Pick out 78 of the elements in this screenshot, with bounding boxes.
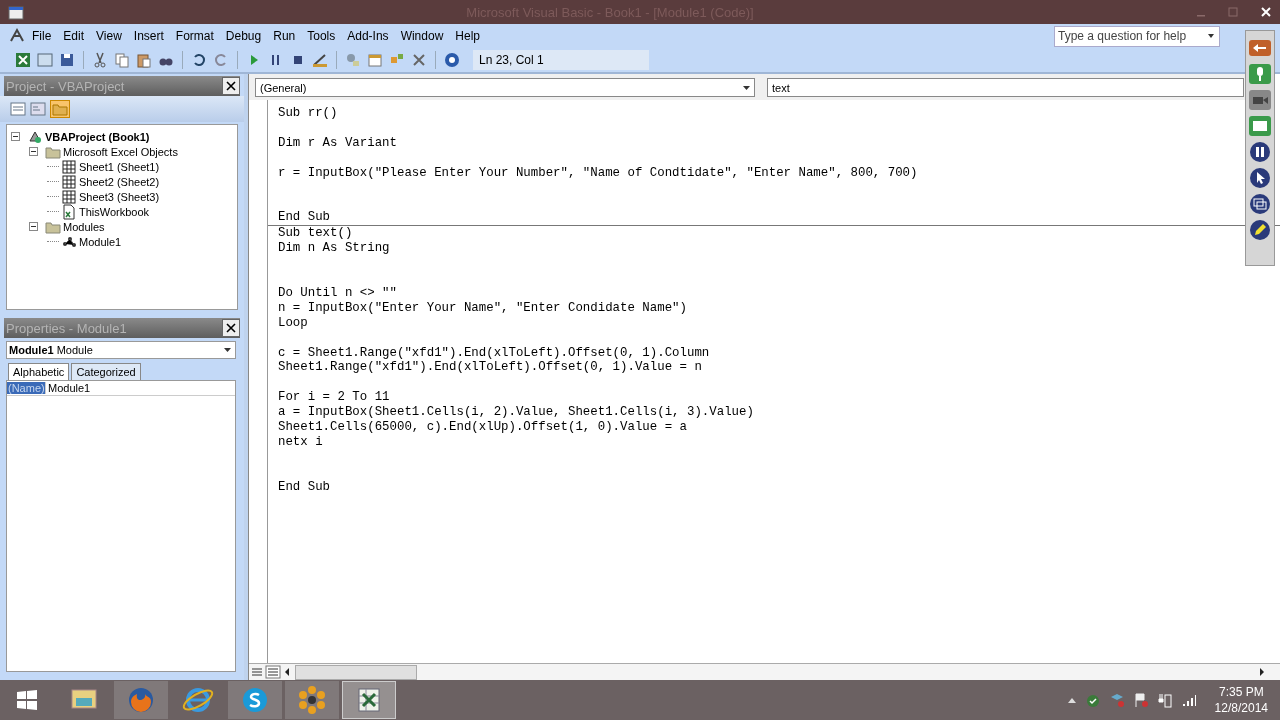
signal-icon[interactable] [1180, 692, 1197, 708]
code-block[interactable]: Sub rr() Dim r As Variant r = InputBox("Please Enter Your Number", "Name of Condtidate", "Enter Name", 800, 700) End Sub [278, 106, 1280, 226]
menu-item[interactable]: Add-Ins [341, 29, 395, 43]
help-search-field[interactable]: Type a question for help [1054, 25, 1220, 47]
battery-plug-icon[interactable] [1156, 692, 1173, 708]
procedure-view-icon[interactable] [249, 665, 265, 679]
dropdown-arrow-icon [743, 85, 750, 90]
cursor-position-field: Ln 23, Col 1 [473, 50, 649, 70]
menu-item[interactable]: Window [394, 29, 450, 43]
taskbar-app-button[interactable] [285, 681, 339, 719]
menu-item[interactable]: Edit [57, 29, 91, 43]
excel-icon[interactable] [14, 51, 32, 69]
collapse-icon[interactable] [29, 147, 38, 156]
close-button[interactable] [222, 77, 240, 95]
toggle-folders-button[interactable] [50, 100, 70, 118]
tree-item[interactable]: Modules [63, 220, 105, 233]
close-icon [226, 323, 236, 333]
taskbar-app-button[interactable] [342, 681, 396, 719]
procedure-dropdown[interactable]: text [767, 78, 1244, 97]
menu-item[interactable]: File [26, 29, 58, 43]
microphone-icon[interactable] [1248, 63, 1272, 85]
workbook-icon [61, 203, 77, 220]
pane-title: Properties - Module1 [5, 320, 128, 336]
tree-item[interactable]: Microsoft Excel Objects [63, 145, 178, 158]
dropdown-arrow-icon [224, 348, 231, 352]
sheet-icon [61, 173, 77, 190]
collapse-icon[interactable] [29, 222, 38, 231]
menu-item[interactable]: Help [449, 29, 486, 43]
tab[interactable]: Categorized [71, 363, 141, 380]
save-icon[interactable] [58, 51, 76, 69]
close-icon [226, 81, 236, 91]
sheet-icon [61, 188, 77, 205]
pause-icon[interactable] [1248, 141, 1272, 163]
tree-item[interactable]: ThisWorkbook [79, 205, 150, 218]
cut-icon[interactable] [91, 51, 109, 69]
tree-item[interactable]: VBAProject (Book1) [45, 130, 150, 143]
property-value: Module1 [47, 382, 91, 394]
collapse-icon[interactable] [11, 132, 20, 141]
menu-item[interactable]: Debug [219, 29, 268, 43]
sheet-icon [61, 158, 77, 175]
scrollbar-thumb[interactable] [295, 664, 417, 680]
property-name[interactable]: (Name) [7, 382, 46, 394]
tab[interactable]: Alphabetic [8, 363, 70, 380]
app-icon [8, 4, 24, 20]
menu-item[interactable]: Format [169, 29, 220, 43]
paste-icon[interactable] [135, 51, 153, 69]
start-icon[interactable] [15, 688, 39, 712]
camera-icon[interactable] [1248, 89, 1272, 111]
shield-check-icon[interactable] [1084, 692, 1101, 708]
menu-item[interactable]: Tools [301, 29, 342, 43]
tree-item[interactable]: Module1 [79, 235, 122, 248]
pointer-icon[interactable] [1248, 167, 1272, 189]
code-block[interactable]: Sub text() Dim n As String Do Until n <> "" n = InputBox("Enter Your Name", "Enter Condidate Name") Loop c = Sheet1.Range("xfd1").End(xlToLeft).Offset(0, 1).Column Sheet1.Range("xfd1").End(xlToLeft).Offset(0, 1).Value = n For i = 2 To 11 a = InputBox(Sheet1.Cells(i, 2).Value, Sheet1.Cells(i, 3).Value) Sheet1.Cells(65000, c).End(xlUp).Offset(1, 0).Value = a netx i End Sub [278, 226, 1280, 495]
screen-icon[interactable] [1248, 115, 1272, 137]
properties-icon[interactable] [366, 51, 384, 69]
help-icon[interactable] [443, 51, 461, 69]
dropdown-arrow-icon [1206, 32, 1216, 40]
copy-icon[interactable] [113, 51, 131, 69]
menu-item[interactable]: View [90, 29, 128, 43]
highlighter-icon[interactable] [1248, 219, 1272, 241]
object-dropdown[interactable]: Module1 Module [6, 341, 236, 359]
chevron-up-icon[interactable] [1066, 696, 1077, 704]
pane-title: Project - VBAProject [5, 78, 126, 94]
clock-date[interactable]: 12/8/2014 [1214, 700, 1268, 716]
flag-error-icon[interactable] [1132, 692, 1149, 708]
taskbar-app-button[interactable] [228, 681, 282, 719]
object-dropdown[interactable]: (General) [255, 78, 755, 97]
tree-item[interactable]: Sheet1 (Sheet1) [79, 160, 160, 173]
menu-item[interactable]: Run [267, 29, 302, 43]
menu-item[interactable]: Insert [127, 29, 170, 43]
tree-item[interactable]: Sheet2 (Sheet2) [79, 175, 160, 188]
windows-icon[interactable] [1248, 193, 1272, 215]
close-button[interactable] [222, 319, 240, 337]
folder-icon [51, 101, 69, 117]
close-icon[interactable] [1260, 6, 1272, 18]
clock-time[interactable]: 7:35 PM [1218, 684, 1264, 700]
design-mode-icon[interactable] [311, 51, 329, 69]
tree-item[interactable]: Sheet3 (Sheet3) [79, 190, 160, 203]
